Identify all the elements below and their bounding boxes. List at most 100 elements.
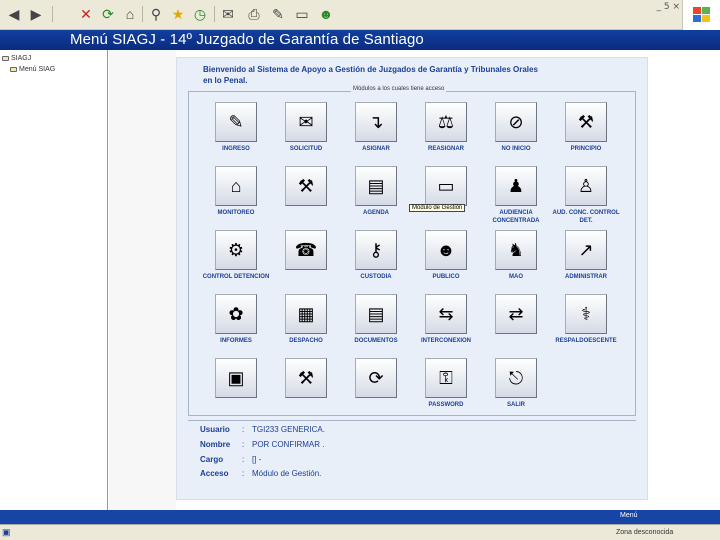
module-label[interactable]: SALIR bbox=[481, 401, 551, 409]
forward-icon[interactable]: ▶ bbox=[26, 4, 46, 24]
tree-item-menu[interactable]: Menú SIAG bbox=[10, 66, 55, 73]
module-button[interactable]: ✎ bbox=[215, 102, 257, 142]
module-button[interactable]: ▦ bbox=[285, 294, 327, 334]
module-no-inicio[interactable]: ⊘ NO INICIO bbox=[481, 102, 551, 164]
module-label[interactable]: NO INICIO bbox=[481, 145, 551, 153]
module-label[interactable]: AUDIENCIA CONCENTRADA bbox=[481, 209, 551, 225]
tree-item-siagj[interactable]: SIAGJ bbox=[2, 55, 31, 62]
module-solicitud[interactable]: ✉ SOLICITUD bbox=[271, 102, 341, 164]
module-button[interactable]: ▭ bbox=[425, 166, 467, 206]
module-button[interactable]: ▤ bbox=[355, 294, 397, 334]
module-button[interactable]: ⚙ bbox=[215, 230, 257, 270]
module-button[interactable]: ⚷ bbox=[355, 230, 397, 270]
module-button[interactable]: ↗ bbox=[565, 230, 607, 270]
search-icon[interactable]: ⚲ bbox=[146, 4, 166, 24]
discuss-icon[interactable]: ▭ bbox=[292, 4, 312, 24]
module-despacho[interactable]: ▦ DESPACHO bbox=[271, 294, 341, 356]
edit-icon[interactable]: ✎ bbox=[268, 4, 288, 24]
module-button[interactable]: ⚖ bbox=[425, 102, 467, 142]
browser-status-bar: ▣ Zona desconocida bbox=[0, 524, 720, 540]
refresh-icon[interactable]: ⟳ bbox=[98, 4, 118, 24]
module-administrar[interactable]: ↗ ADMINISTRAR bbox=[551, 230, 621, 292]
module-button[interactable]: ⚒ bbox=[285, 358, 327, 398]
stop-icon[interactable]: ✕ bbox=[76, 4, 96, 24]
print-icon[interactable]: ⎙ bbox=[244, 4, 264, 24]
module-button[interactable]: ↴ bbox=[355, 102, 397, 142]
module-custodia[interactable]: ⚷ CUSTODIA bbox=[341, 230, 411, 292]
messenger-icon[interactable]: ☻ bbox=[316, 4, 336, 24]
module-button[interactable]: ⚿ bbox=[425, 358, 467, 398]
module-button[interactable]: ⊘ bbox=[495, 102, 537, 142]
module-label[interactable]: ADMINISTRAR bbox=[551, 273, 621, 281]
favorites-icon[interactable]: ★ bbox=[168, 4, 188, 24]
module-button[interactable]: ⚒ bbox=[285, 166, 327, 206]
back-icon[interactable]: ◀ bbox=[4, 4, 24, 24]
module-respaldoescente[interactable]: ⚕ RESPALDOESCENTE bbox=[551, 294, 621, 356]
module-button[interactable]: ⇄ bbox=[495, 294, 537, 334]
module-label[interactable]: INGRESO bbox=[201, 145, 271, 153]
module-unlabeled[interactable]: ⇄ bbox=[481, 294, 551, 356]
history-icon[interactable]: ◷ bbox=[190, 4, 210, 24]
module-button[interactable]: ♞ bbox=[495, 230, 537, 270]
home-icon[interactable]: ⌂ bbox=[120, 4, 140, 24]
module-button[interactable]: ☎ bbox=[285, 230, 327, 270]
module-unlabeled[interactable]: ▣ bbox=[201, 358, 271, 420]
restore-button[interactable]: 5 bbox=[664, 2, 670, 12]
module-label[interactable]: SOLICITUD bbox=[271, 145, 341, 153]
module-label[interactable]: MAO bbox=[481, 273, 551, 281]
close-button[interactable]: × bbox=[672, 2, 680, 12]
module-label[interactable]: AGENDA bbox=[341, 209, 411, 217]
module-unlabeled[interactable]: ▭ bbox=[411, 166, 481, 228]
module-button[interactable]: ⇆ bbox=[425, 294, 467, 334]
module-button[interactable]: ▤ bbox=[355, 166, 397, 206]
module-label[interactable]: PUBLICO bbox=[411, 273, 481, 281]
module-label[interactable]: RESPALDOESCENTE bbox=[551, 337, 621, 345]
module-label[interactable]: INFORMES bbox=[201, 337, 271, 345]
module-asignar[interactable]: ↴ ASIGNAR bbox=[341, 102, 411, 164]
module-ingreso[interactable]: ✎ INGRESO bbox=[201, 102, 271, 164]
module-label[interactable]: REASIGNAR bbox=[411, 145, 481, 153]
module-unlabeled[interactable]: ⚒ bbox=[271, 358, 341, 420]
module-button[interactable]: ☻ bbox=[425, 230, 467, 270]
module-label[interactable]: CONTROL DETENCION bbox=[201, 273, 271, 281]
module-label[interactable]: DOCUMENTOS bbox=[341, 337, 411, 345]
module-unlabeled[interactable]: ⚒ bbox=[271, 166, 341, 228]
module-button[interactable]: ⎋ bbox=[495, 358, 537, 398]
module-button[interactable]: ✿ bbox=[215, 294, 257, 334]
module-salir[interactable]: ⎋ SALIR bbox=[481, 358, 551, 420]
module-button[interactable]: ⌂ bbox=[215, 166, 257, 206]
module-principio[interactable]: ⚒ PRINCIPIO bbox=[551, 102, 621, 164]
module-label[interactable]: ASIGNAR bbox=[341, 145, 411, 153]
module-label[interactable]: CUSTODIA bbox=[341, 273, 411, 281]
module-button[interactable]: ▣ bbox=[215, 358, 257, 398]
module-monitoreo[interactable]: ⌂ MONITOREO bbox=[201, 166, 271, 228]
module-mao[interactable]: ♞ MAO bbox=[481, 230, 551, 292]
module-informes[interactable]: ✿ INFORMES bbox=[201, 294, 271, 356]
module-button[interactable]: ⟳ bbox=[355, 358, 397, 398]
module-label[interactable]: INTERCONEXION bbox=[411, 337, 481, 345]
module-label[interactable]: PRINCIPIO bbox=[551, 145, 621, 153]
module-button[interactable]: ♟ bbox=[495, 166, 537, 206]
module-unlabeled[interactable]: ⟳ bbox=[341, 358, 411, 420]
mail-icon[interactable]: ✉ bbox=[218, 4, 238, 24]
module-publico[interactable]: ☻ PUBLICO bbox=[411, 230, 481, 292]
module-button[interactable]: ⚕ bbox=[565, 294, 607, 334]
window-controls[interactable]: _ 5 × bbox=[650, 2, 680, 12]
module-label[interactable]: MONITOREO bbox=[201, 209, 271, 217]
minimize-button[interactable]: _ bbox=[656, 2, 661, 12]
module-button[interactable]: ♙ bbox=[565, 166, 607, 206]
module-documentos[interactable]: ▤ DOCUMENTOS bbox=[341, 294, 411, 356]
module-password[interactable]: ⚿ PASSWORD bbox=[411, 358, 481, 420]
module-aud-conc-control-det[interactable]: ♙ AUD. CONC. CONTROL DET. bbox=[551, 166, 621, 228]
module-unlabeled[interactable]: ☎ bbox=[271, 230, 341, 292]
module-control-detencion[interactable]: ⚙ CONTROL DETENCION bbox=[201, 230, 271, 292]
module-button[interactable]: ✉ bbox=[285, 102, 327, 142]
module-reasignar[interactable]: ⚖ REASIGNAR bbox=[411, 102, 481, 164]
module-label[interactable]: DESPACHO bbox=[271, 337, 341, 345]
module-button[interactable]: ⚒ bbox=[565, 102, 607, 142]
module-audiencia-concentrada[interactable]: ♟ AUDIENCIA CONCENTRADA bbox=[481, 166, 551, 228]
module-agenda[interactable]: ▤ AGENDA bbox=[341, 166, 411, 228]
module-interconexion[interactable]: ⇆ INTERCONEXION bbox=[411, 294, 481, 356]
module-label[interactable]: PASSWORD bbox=[411, 401, 481, 409]
module-label[interactable]: AUD. CONC. CONTROL DET. bbox=[551, 209, 621, 225]
